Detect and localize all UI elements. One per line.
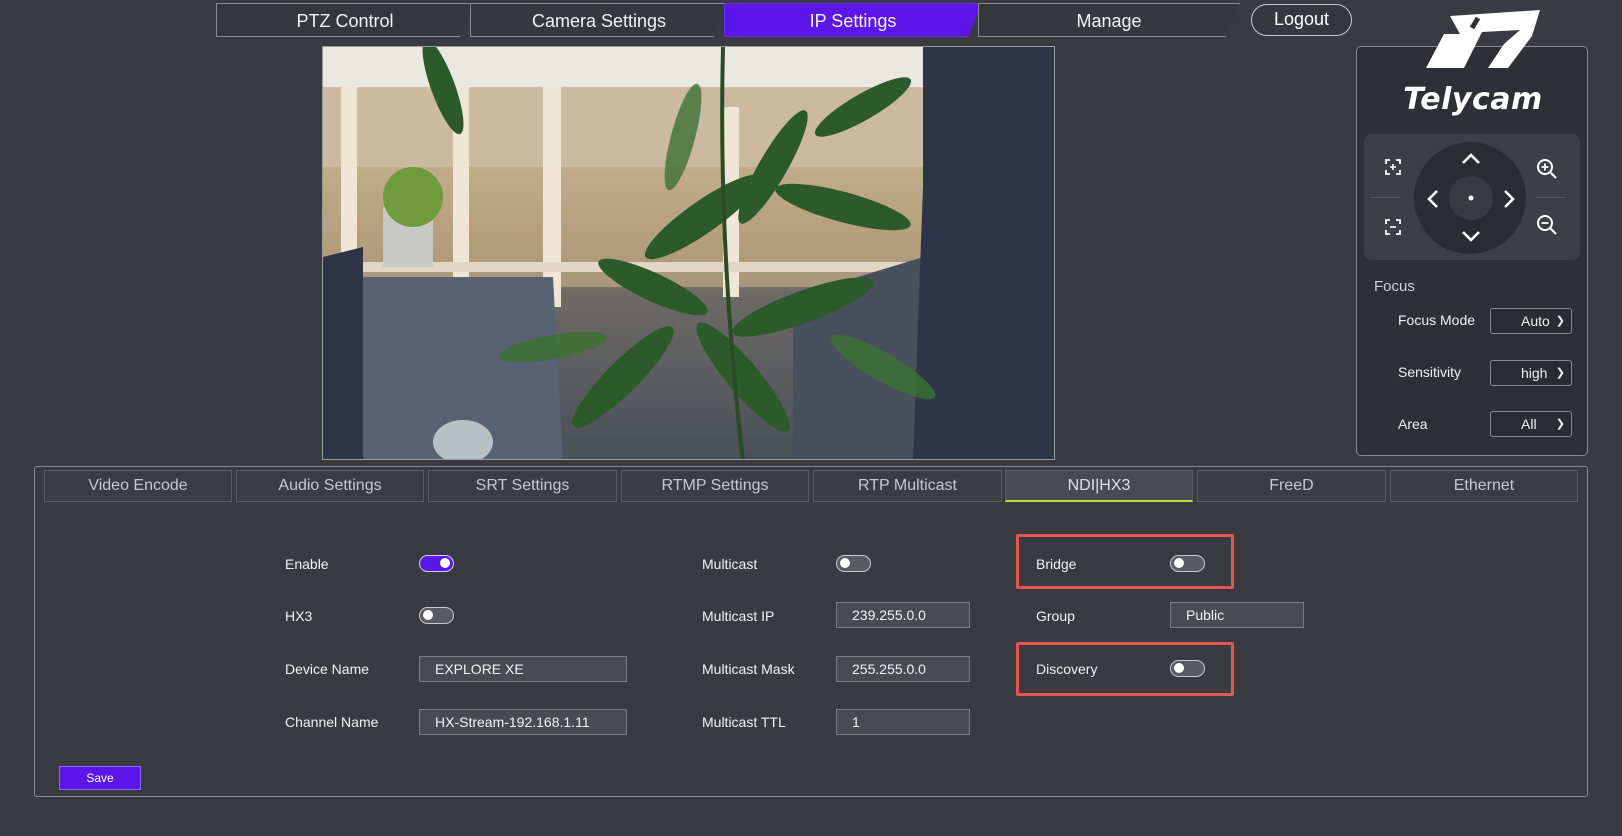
bridge-label: Bridge xyxy=(1036,556,1077,572)
area-value: All xyxy=(1521,416,1537,432)
chevron-down-icon: ❯ xyxy=(1555,315,1565,327)
toggle-knob xyxy=(423,610,433,620)
tab-video-encode[interactable]: Video Encode xyxy=(44,470,232,502)
zoom-out-icon[interactable] xyxy=(1536,214,1558,236)
multicast-ttl-field[interactable]: 1 xyxy=(836,709,970,735)
tab-freed[interactable]: FreeD xyxy=(1197,470,1386,502)
chevron-down-icon: ❯ xyxy=(1555,418,1565,430)
focus-mode-label: Focus Mode xyxy=(1398,312,1476,328)
ip-settings-panel xyxy=(34,466,1588,797)
discovery-label: Discovery xyxy=(1036,661,1098,677)
collapse-frame-icon[interactable] xyxy=(1384,218,1402,236)
chevron-up-icon[interactable] xyxy=(1460,150,1482,166)
toggle-knob xyxy=(1174,663,1184,673)
tab-rtmp-settings[interactable]: RTMP Settings xyxy=(621,470,809,502)
device-name-field[interactable]: EXPLORE XE xyxy=(419,656,627,682)
telycam-logo-mark xyxy=(1426,10,1540,68)
pad-divider-right xyxy=(1536,197,1566,198)
toggle-knob xyxy=(840,558,850,568)
tab-manage[interactable]: Manage xyxy=(978,3,1240,37)
camera-preview xyxy=(322,46,1055,460)
expand-frame-icon[interactable] xyxy=(1384,158,1402,176)
logout-button[interactable]: Logout xyxy=(1251,4,1352,36)
focus-mode-select[interactable]: Auto ❯ xyxy=(1490,308,1572,334)
toggle-knob xyxy=(440,558,450,568)
tab-ethernet[interactable]: Ethernet xyxy=(1390,470,1578,502)
telycam-logo-text: Telycam xyxy=(1403,82,1543,117)
tab-ip-settings[interactable]: IP Settings xyxy=(724,3,982,37)
chevron-left-icon[interactable] xyxy=(1424,188,1440,210)
chevron-right-icon[interactable] xyxy=(1502,188,1518,210)
area-select[interactable]: All ❯ xyxy=(1490,411,1572,437)
tab-camera-settings[interactable]: Camera Settings xyxy=(470,3,728,37)
zoom-in-icon[interactable] xyxy=(1536,158,1558,180)
chevron-down-icon[interactable] xyxy=(1460,229,1482,245)
focus-heading: Focus xyxy=(1374,278,1415,295)
area-label: Area xyxy=(1398,416,1428,432)
multicast-label: Multicast xyxy=(702,556,758,572)
toggle-knob xyxy=(1174,558,1184,568)
multicast-toggle[interactable] xyxy=(836,555,871,572)
focus-mode-value: Auto xyxy=(1521,313,1550,329)
bridge-toggle[interactable] xyxy=(1170,555,1205,572)
group-label: Group xyxy=(1036,608,1075,624)
sensitivity-select[interactable]: high ❯ xyxy=(1490,360,1572,386)
tab-audio-settings[interactable]: Audio Settings xyxy=(236,470,424,502)
tab-rtp-multicast[interactable]: RTP Multicast xyxy=(813,470,1002,502)
enable-toggle[interactable] xyxy=(419,555,454,572)
sensitivity-label: Sensitivity xyxy=(1398,364,1462,380)
channel-name-field[interactable]: HX-Stream-192.168.1.11 xyxy=(419,709,627,735)
multicast-ip-field[interactable]: 239.255.0.0 xyxy=(836,602,970,628)
camera-preview-image xyxy=(323,47,1054,459)
pad-divider-left xyxy=(1370,197,1400,198)
device-name-label: Device Name xyxy=(285,661,370,677)
sensitivity-value: high xyxy=(1521,365,1548,381)
center-dot-icon[interactable] xyxy=(1466,193,1476,203)
hx3-label: HX3 xyxy=(285,608,313,624)
multicast-ttl-label: Multicast TTL xyxy=(702,714,786,730)
multicast-mask-label: Multicast Mask xyxy=(702,661,795,677)
multicast-mask-field[interactable]: 255.255.0.0 xyxy=(836,656,970,682)
discovery-toggle[interactable] xyxy=(1170,660,1205,677)
chevron-down-icon: ❯ xyxy=(1555,367,1565,379)
group-field[interactable]: Public xyxy=(1170,602,1304,628)
multicast-ip-label: Multicast IP xyxy=(702,608,775,624)
save-button[interactable]: Save xyxy=(59,766,141,790)
enable-label: Enable xyxy=(285,556,329,572)
tab-srt-settings[interactable]: SRT Settings xyxy=(428,470,617,502)
tab-ptz-control[interactable]: PTZ Control xyxy=(216,3,474,37)
channel-name-label: Channel Name xyxy=(285,714,379,730)
tab-ndi-hx3[interactable]: NDI|HX3 xyxy=(1005,470,1193,502)
hx3-toggle[interactable] xyxy=(419,607,454,624)
